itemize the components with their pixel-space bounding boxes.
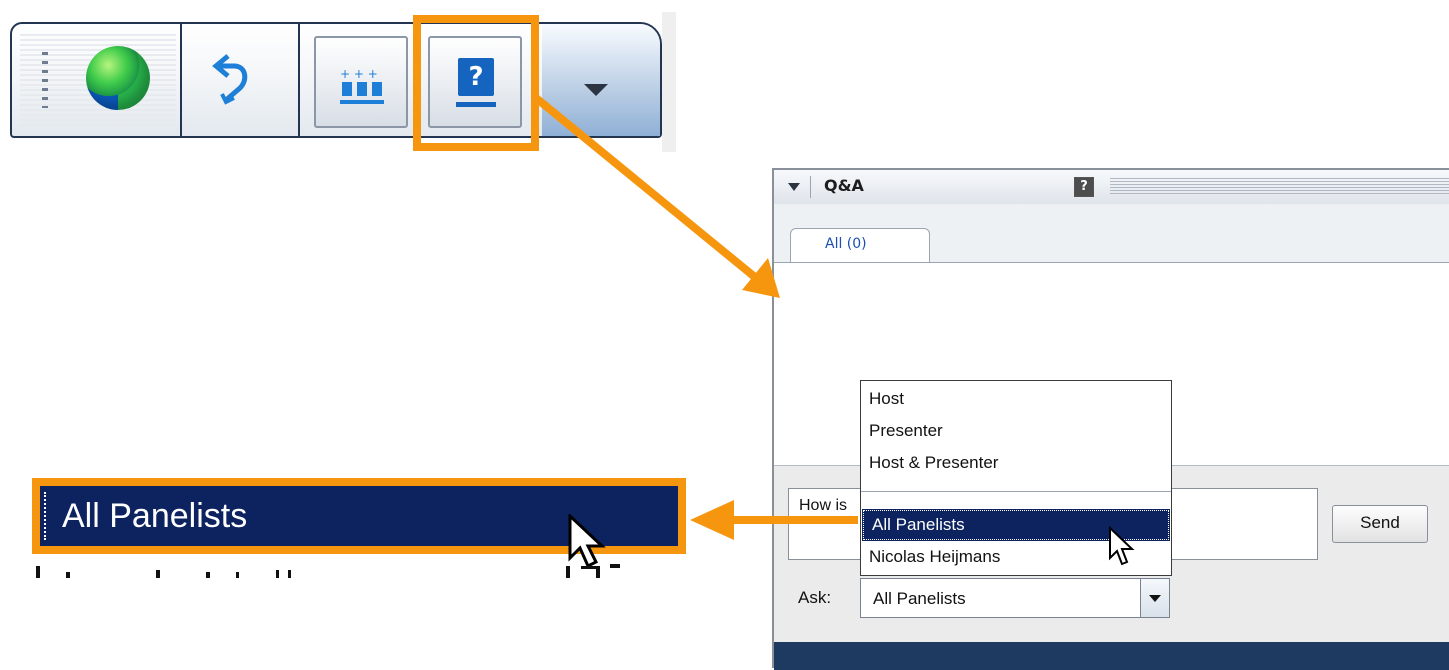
qa-panel-title: Q&A	[824, 176, 864, 195]
clipped-text-fragment	[36, 564, 620, 578]
question-input-text: How is	[799, 497, 848, 514]
chevron-down-icon[interactable]	[584, 84, 608, 96]
toolbar-overflow-area	[542, 24, 660, 136]
chevron-down-icon	[1149, 595, 1161, 602]
send-button[interactable]: Send	[1332, 505, 1428, 543]
undo-arrow-icon	[212, 54, 248, 105]
dropdown-separator	[861, 491, 1171, 492]
cursor-icon	[1109, 526, 1135, 566]
dropdown-option-host-presenter[interactable]: Host & Presenter	[869, 453, 998, 473]
toolbar-divider	[662, 12, 676, 152]
panel-drag-grip[interactable]	[1110, 178, 1449, 196]
ask-recipient-select[interactable]: All Panelists	[860, 578, 1170, 618]
svg-text:+ + +: + + +	[340, 68, 378, 81]
undo-button[interactable]	[182, 24, 300, 136]
dropdown-option-host[interactable]: Host	[869, 389, 904, 409]
grip-icon[interactable]	[42, 52, 48, 108]
toolbar-status-cell	[12, 24, 182, 136]
qa-tab-bar: All (0)	[774, 204, 1449, 263]
ask-label: Ask:	[798, 588, 832, 607]
dropdown-option-nicolas-heijmans[interactable]: Nicolas Heijmans	[869, 547, 1000, 567]
qa-panel-header: Q&A ?	[774, 170, 1449, 205]
qa-panel: Q&A ? All (0) How is Send Ask: All Panel…	[772, 168, 1449, 670]
dropdown-arrow-button[interactable]	[1140, 579, 1169, 617]
attendees-icon: + + +	[340, 68, 384, 104]
header-separator	[810, 176, 811, 198]
globe-icon[interactable]	[86, 46, 150, 110]
attendees-button[interactable]: + + +	[314, 36, 408, 128]
dropdown-option-presenter[interactable]: Presenter	[869, 421, 943, 441]
collapse-triangle-icon[interactable]	[788, 183, 800, 191]
qa-button-highlight	[413, 15, 539, 151]
panel-footer-bar	[774, 642, 1449, 670]
help-icon[interactable]: ?	[1074, 177, 1094, 197]
meeting-toolbar: + + + ?	[10, 22, 662, 138]
ask-recipient-value: All Panelists	[873, 589, 966, 608]
tab-all[interactable]: All (0)	[790, 228, 930, 262]
